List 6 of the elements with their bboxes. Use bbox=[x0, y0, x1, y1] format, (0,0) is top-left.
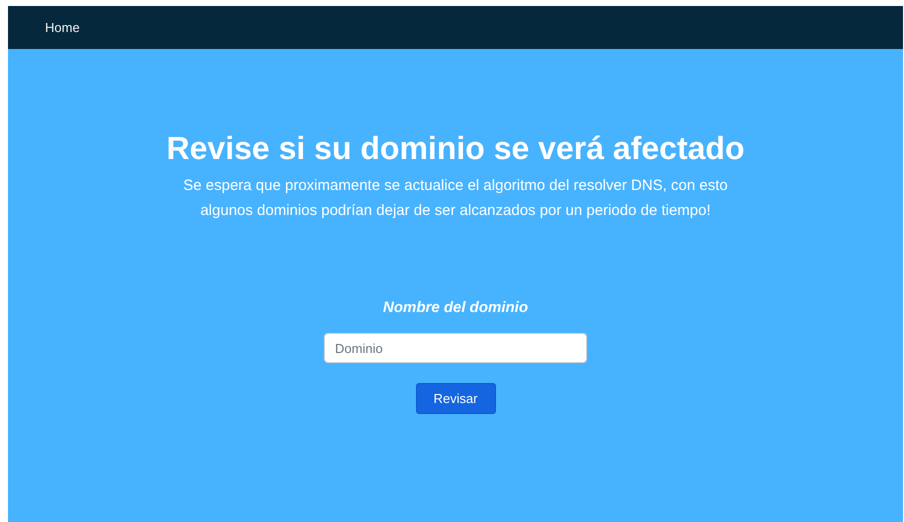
page-title: Revise si su dominio se verá afectado bbox=[166, 129, 744, 168]
domain-input-field[interactable]: Dominio bbox=[324, 333, 587, 363]
field-label: Nombre del dominio bbox=[382, 299, 528, 316]
home-link[interactable]: Home bbox=[45, 20, 80, 35]
check-button[interactable]: Revisar bbox=[416, 383, 496, 414]
subtitle: Se espera que proximamente se actualice el algoritmo del resolver DNS, con esto algunos dominios podrían dejar de ser alcanzados por un periodo de tiempo! bbox=[182, 176, 729, 221]
